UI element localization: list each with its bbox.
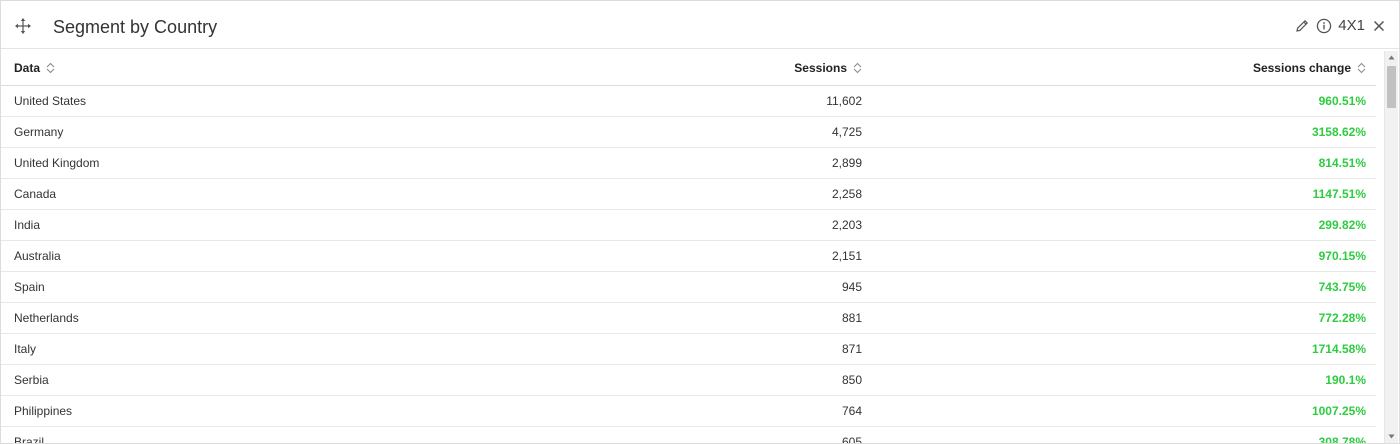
vertical-scrollbar[interactable] <box>1384 51 1398 443</box>
sessions-cell: 605 <box>841 435 862 443</box>
country-cell: Serbia <box>14 373 49 387</box>
sessions-change-cell: 814.51% <box>1318 156 1366 170</box>
sessions-cell: 945 <box>841 280 862 294</box>
move-icon[interactable] <box>15 18 31 34</box>
sessions-cell: 764 <box>841 404 862 418</box>
country-cell: Philippines <box>14 404 73 418</box>
data-table: Data Sessions Sessions change United Sta… <box>1 51 1385 443</box>
country-cell: Australia <box>14 249 61 263</box>
sessions-change-cell: 3158.62% <box>1311 125 1366 139</box>
column-header-data[interactable]: Data <box>14 51 55 85</box>
table-row: Netherlands 881 772.28% <box>1 303 1376 334</box>
sort-icon[interactable] <box>1357 62 1366 74</box>
country-cell: Germany <box>14 125 64 139</box>
table-row: India 2,203 299.82% <box>1 210 1376 241</box>
table-header-row: Data Sessions Sessions change <box>1 51 1376 86</box>
close-icon[interactable] <box>1371 18 1387 34</box>
table-row: Australia 2,151 970.15% <box>1 241 1376 272</box>
country-cell: United States <box>14 94 87 108</box>
country-cell: Brazil <box>14 435 45 443</box>
column-header-label: Sessions change <box>1252 61 1351 75</box>
table-row: Philippines 764 1007.25% <box>1 396 1376 427</box>
header-actions: 4X1 <box>1294 15 1387 37</box>
sessions-change-cell: 1714.58% <box>1311 342 1366 356</box>
table-row: Spain 945 743.75% <box>1 272 1376 303</box>
column-header-label: Sessions <box>794 61 847 75</box>
sessions-change-cell: 743.75% <box>1318 280 1366 294</box>
sessions-change-cell: 772.28% <box>1318 311 1366 325</box>
table-row: Canada 2,258 1147.51% <box>1 179 1376 210</box>
pencil-icon[interactable] <box>1294 18 1310 34</box>
sessions-cell: 2,258 <box>831 187 862 201</box>
scroll-up-arrow-icon[interactable] <box>1385 51 1398 64</box>
sessions-change-cell: 1007.25% <box>1311 404 1366 418</box>
sessions-cell: 850 <box>841 373 862 387</box>
column-header-sessions[interactable]: Sessions <box>794 51 862 85</box>
sort-icon[interactable] <box>46 62 55 74</box>
sessions-cell: 2,151 <box>831 249 862 263</box>
segment-widget: Segment by Country 4X1 Data Sessions Ses… <box>0 0 1400 444</box>
widget-title: Segment by Country <box>53 17 218 37</box>
sessions-cell: 2,899 <box>831 156 862 170</box>
sessions-change-cell: 299.82% <box>1318 218 1366 232</box>
column-header-label: Data <box>14 61 41 75</box>
sessions-cell: 871 <box>841 342 862 356</box>
table-row: Serbia 850 190.1% <box>1 365 1376 396</box>
sessions-change-cell: 190.1% <box>1325 373 1366 387</box>
scrollbar-thumb[interactable] <box>1387 66 1396 108</box>
widget-header: Segment by Country 4X1 <box>1 1 1399 49</box>
table-row: Brazil 605 308.78% <box>1 427 1376 443</box>
table-row: United States 11,602 960.51% <box>1 86 1376 117</box>
country-cell: Italy <box>14 342 37 356</box>
scroll-down-arrow-icon[interactable] <box>1385 430 1398 443</box>
country-cell: United Kingdom <box>14 156 100 170</box>
sessions-cell: 4,725 <box>831 125 862 139</box>
sessions-cell: 11,602 <box>826 94 862 108</box>
table-row: Italy 871 1714.58% <box>1 334 1376 365</box>
sessions-change-cell: 960.51% <box>1318 94 1366 108</box>
sort-icon[interactable] <box>853 62 862 74</box>
size-toggle[interactable]: 4X1 <box>1338 17 1365 35</box>
country-cell: Spain <box>14 280 45 294</box>
table-row: United Kingdom 2,899 814.51% <box>1 148 1376 179</box>
sessions-change-cell: 1147.51% <box>1312 187 1366 201</box>
country-cell: Netherlands <box>14 311 79 325</box>
country-cell: Canada <box>14 187 57 201</box>
sessions-change-cell: 308.78% <box>1318 435 1366 443</box>
table-row: Germany 4,725 3158.62% <box>1 117 1376 148</box>
info-icon[interactable] <box>1316 18 1332 34</box>
country-cell: India <box>14 218 41 232</box>
sessions-cell: 2,203 <box>831 218 862 232</box>
sessions-change-cell: 970.15% <box>1318 249 1366 263</box>
sessions-cell: 881 <box>841 311 862 325</box>
column-header-sessions-change[interactable]: Sessions change <box>1253 51 1366 85</box>
